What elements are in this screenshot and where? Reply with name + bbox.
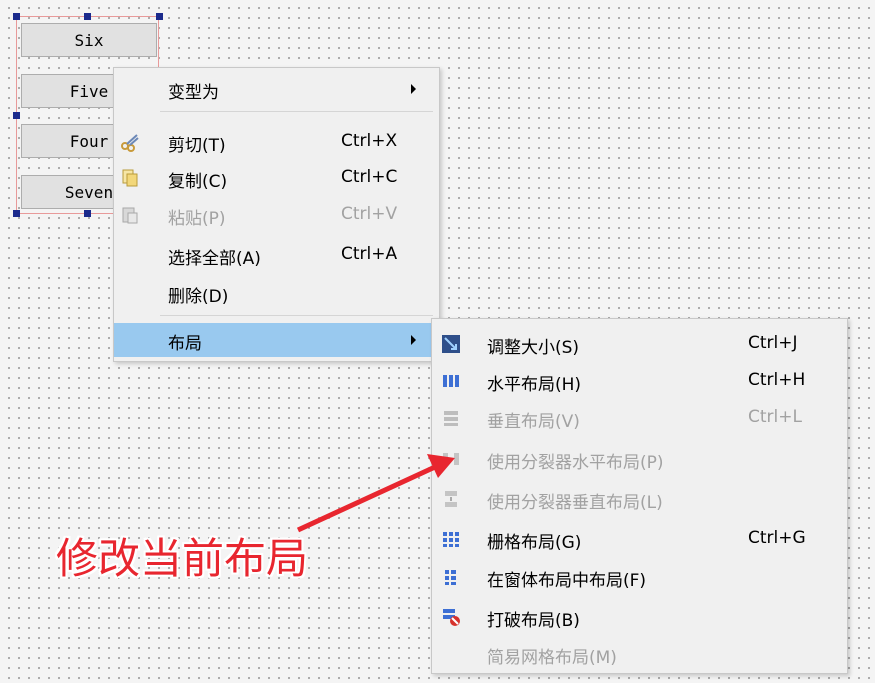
- layout-submenu: 调整大小(S) Ctrl+J 水平布局(H) Ctrl+H 垂直布局(V) Ct…: [431, 318, 848, 674]
- menu-separator: [160, 315, 433, 316]
- menu-item-shortcut: Ctrl+J: [748, 333, 798, 353]
- menu-item-label: 剪切(T): [168, 136, 226, 156]
- menu-item-shortcut: Ctrl+C: [341, 167, 398, 187]
- form-canvas[interactable]: Six Five Four Seven 变型为 剪切(T) Ctrl+X 复制(…: [0, 0, 875, 683]
- menu-item-label: 调整大小(S): [487, 338, 580, 358]
- menu-item-label: 复制(C): [168, 172, 228, 192]
- menu-item-label: 使用分裂器垂直布局(L): [487, 493, 663, 513]
- resize-handle[interactable]: [84, 13, 91, 20]
- adjust-size-icon: [442, 335, 460, 353]
- submenu-item-form-layout[interactable]: 在窗体布局中布局(F): [432, 560, 847, 594]
- menu-item-label: 选择全部(A): [168, 249, 261, 269]
- menu-item-delete[interactable]: 删除(D): [114, 276, 439, 310]
- horizontal-layout-icon: [443, 375, 459, 387]
- button-label: Seven: [64, 182, 114, 202]
- resize-handle[interactable]: [84, 210, 91, 217]
- form-button-six[interactable]: Six: [21, 23, 157, 57]
- menu-item-morph-into[interactable]: 变型为: [114, 72, 439, 106]
- menu-item-copy[interactable]: 复制(C) Ctrl+C: [114, 161, 439, 195]
- resize-handle[interactable]: [156, 13, 163, 20]
- button-label: Six: [74, 30, 104, 50]
- menu-item-label: 变型为: [168, 83, 219, 103]
- menu-item-layout[interactable]: 布局: [114, 323, 439, 357]
- annotation-text: 修改当前布局: [56, 534, 309, 583]
- submenu-item-horizontal-splitter[interactable]: 使用分裂器水平布局(P): [432, 442, 847, 476]
- menu-item-shortcut: Ctrl+L: [748, 407, 802, 427]
- grid-layout-icon: [443, 532, 459, 547]
- form-layout-icon: [445, 570, 456, 585]
- menu-item-label: 简易网格布局(M): [487, 648, 617, 668]
- submenu-item-grid-layout[interactable]: 栅格布局(G) Ctrl+G: [432, 522, 847, 556]
- menu-item-shortcut: Ctrl+H: [748, 370, 806, 390]
- paste-icon: [122, 207, 138, 224]
- menu-item-shortcut: Ctrl+A: [341, 244, 398, 264]
- break-layout-icon: [443, 609, 460, 626]
- menu-item-label: 删除(D): [168, 287, 229, 307]
- menu-separator: [160, 111, 433, 112]
- button-label: Four: [69, 131, 109, 151]
- resize-handle[interactable]: [13, 112, 20, 119]
- submenu-item-break-layout[interactable]: 打破布局(B): [432, 600, 847, 634]
- resize-handle[interactable]: [13, 13, 20, 20]
- button-label: Five: [69, 81, 109, 101]
- menu-item-label: 使用分裂器水平布局(P): [487, 453, 664, 473]
- menu-item-label: 布局: [168, 334, 202, 354]
- submenu-arrow-icon: [411, 335, 416, 345]
- menu-item-label: 粘贴(P): [168, 209, 226, 229]
- submenu-item-vertical-splitter[interactable]: 使用分裂器垂直布局(L): [432, 482, 847, 516]
- menu-item-label: 在窗体布局中布局(F): [487, 571, 647, 591]
- menu-item-paste[interactable]: 粘贴(P) Ctrl+V: [114, 198, 439, 232]
- resize-handle[interactable]: [13, 210, 20, 217]
- submenu-item-vertical-layout[interactable]: 垂直布局(V) Ctrl+L: [432, 401, 847, 435]
- submenu-item-simple-grid-layout[interactable]: 简易网格布局(M): [432, 637, 847, 671]
- menu-item-cut[interactable]: 剪切(T) Ctrl+X: [114, 125, 439, 159]
- menu-item-label: 垂直布局(V): [487, 412, 580, 432]
- submenu-item-horizontal-layout[interactable]: 水平布局(H) Ctrl+H: [432, 364, 847, 398]
- copy-icon: [122, 169, 138, 187]
- menu-item-shortcut: Ctrl+V: [341, 204, 398, 224]
- submenu-arrow-icon: [411, 84, 416, 94]
- scissors-icon: [121, 134, 139, 152]
- menu-item-shortcut: Ctrl+X: [341, 131, 398, 151]
- submenu-item-adjust-size[interactable]: 调整大小(S) Ctrl+J: [432, 327, 847, 361]
- menu-item-label: 栅格布局(G): [487, 533, 582, 553]
- menu-item-shortcut: Ctrl+G: [748, 528, 806, 548]
- context-menu: 变型为 剪切(T) Ctrl+X 复制(C) Ctrl+C 粘贴(P) Ctrl…: [113, 67, 440, 362]
- menu-item-label: 水平布局(H): [487, 375, 582, 395]
- vertical-layout-icon: [444, 411, 458, 426]
- menu-item-select-all[interactable]: 选择全部(A) Ctrl+A: [114, 238, 439, 272]
- horizontal-splitter-icon: [443, 453, 459, 465]
- vertical-splitter-icon: [445, 491, 457, 507]
- menu-item-label: 打破布局(B): [487, 611, 580, 631]
